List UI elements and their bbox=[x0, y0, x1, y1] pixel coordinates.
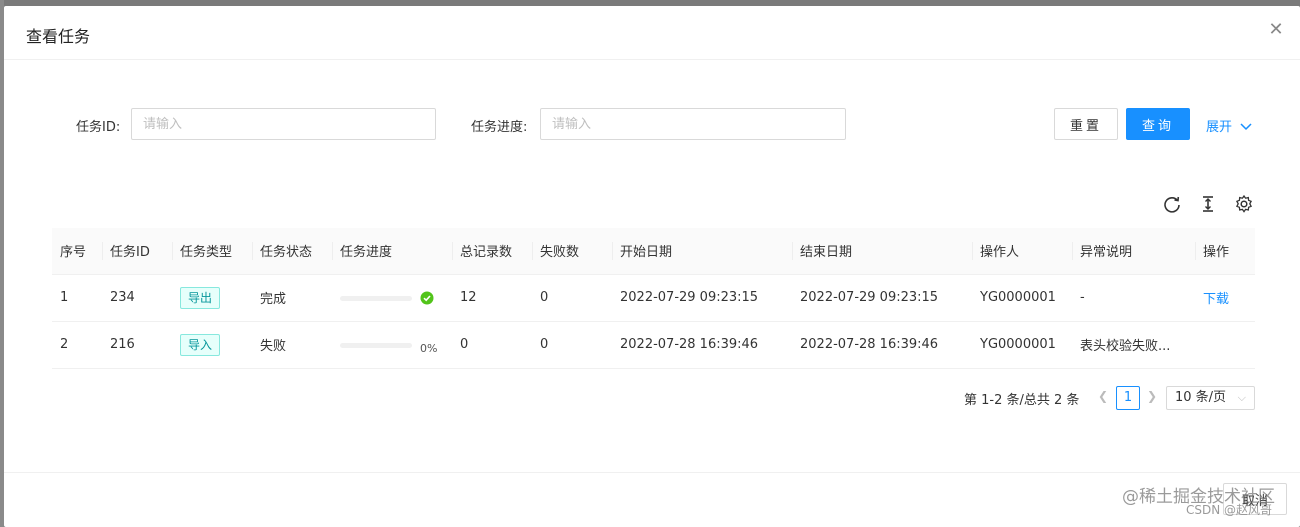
col-header-action: 操作 bbox=[1195, 228, 1255, 275]
progress-bar bbox=[340, 291, 434, 305]
task-id-label: 任务ID: bbox=[76, 120, 121, 135]
progress-bar: 0% bbox=[340, 339, 438, 355]
col-header-failed: 失败数 bbox=[532, 228, 612, 275]
cell-action bbox=[1195, 321, 1255, 369]
modal-header: 查看任务 ✕ bbox=[4, 6, 1300, 60]
col-header-error: 异常说明 bbox=[1072, 228, 1195, 275]
query-button[interactable]: 查询 bbox=[1126, 108, 1190, 140]
chevron-down-icon: ⌵ bbox=[1237, 391, 1246, 404]
table-header-row: 序号 任务ID 任务类型 任务状态 任务进度 总记录数 失败数 开始日期 结束日… bbox=[52, 228, 1255, 275]
progress-input[interactable] bbox=[540, 108, 846, 140]
cell-failed: 0 bbox=[532, 321, 612, 369]
view-task-modal: 查看任务 ✕ 任务ID: 任务进度: 重置 查询 展开 bbox=[4, 6, 1300, 527]
cell-end: 2022-07-28 16:39:46 bbox=[792, 321, 972, 369]
pagination: 第 1-2 条/总共 2 条 ❮ 1 ❯ 10 条/页 ⌵ bbox=[4, 386, 1300, 410]
col-header-task-id: 任务ID bbox=[102, 228, 172, 275]
col-header-status: 任务状态 bbox=[252, 228, 332, 275]
column-height-icon[interactable] bbox=[1198, 194, 1218, 214]
modal-title: 查看任务 bbox=[26, 27, 91, 46]
cell-operator: YG0000001 bbox=[972, 274, 1072, 322]
cell-status: 完成 bbox=[252, 274, 332, 322]
col-header-end: 结束日期 bbox=[792, 228, 972, 275]
progress-label: 任务进度: bbox=[471, 120, 528, 135]
col-header-total: 总记录数 bbox=[452, 228, 532, 275]
col-header-start: 开始日期 bbox=[612, 228, 792, 275]
col-header-operator: 操作人 bbox=[972, 228, 1072, 275]
cell-end: 2022-07-29 09:23:15 bbox=[792, 274, 972, 322]
modal-footer: 取消 bbox=[4, 472, 1300, 527]
cell-task-id: 234 bbox=[102, 274, 172, 322]
task-table: 序号 任务ID 任务类型 任务状态 任务进度 总记录数 失败数 开始日期 结束日… bbox=[52, 228, 1255, 369]
table-row: 1 234 导出 完成 12 0 2022-07-29 09:23:15 202… bbox=[52, 274, 1255, 322]
cell-start: 2022-07-28 16:39:46 bbox=[612, 321, 792, 369]
expand-label: 展开 bbox=[1206, 120, 1233, 135]
chevron-down-icon bbox=[1240, 123, 1252, 131]
chevron-left-icon[interactable]: ❮ bbox=[1098, 389, 1108, 403]
reload-icon[interactable] bbox=[1162, 194, 1182, 214]
cell-error: - bbox=[1072, 274, 1195, 322]
cell-status: 失败 bbox=[252, 321, 332, 369]
page-size-select[interactable]: 10 条/页 ⌵ bbox=[1166, 386, 1255, 410]
download-link[interactable]: 下载 bbox=[1203, 292, 1229, 307]
cell-total: 12 bbox=[452, 274, 532, 322]
chevron-right-icon[interactable]: ❯ bbox=[1147, 389, 1157, 403]
cell-task-id: 216 bbox=[102, 321, 172, 369]
col-header-progress: 任务进度 bbox=[332, 228, 452, 275]
task-id-input[interactable] bbox=[131, 108, 436, 140]
watermark-csdn: CSDN @赵风哥 bbox=[1186, 503, 1273, 517]
col-header-type: 任务类型 bbox=[172, 228, 252, 275]
reset-button[interactable]: 重置 bbox=[1054, 108, 1118, 140]
filter-form: 任务ID: 任务进度: 重置 查询 展开 bbox=[4, 108, 1300, 140]
pagination-total: 第 1-2 条/总共 2 条 bbox=[964, 393, 1080, 408]
setting-icon[interactable] bbox=[1234, 194, 1254, 214]
table-row: 2 216 导入 失败 0% 0 0 2022-07-28 16:39:46 2… bbox=[52, 321, 1255, 369]
col-header-index: 序号 bbox=[52, 228, 102, 275]
cell-start: 2022-07-29 09:23:15 bbox=[612, 274, 792, 322]
type-tag: 导出 bbox=[180, 286, 221, 309]
close-icon[interactable]: ✕ bbox=[1266, 20, 1286, 40]
cell-index: 2 bbox=[52, 321, 102, 369]
page-number-1[interactable]: 1 bbox=[1116, 386, 1140, 410]
cell-error: 表头校验失败... bbox=[1072, 321, 1195, 369]
type-tag: 导入 bbox=[180, 333, 221, 356]
expand-link[interactable]: 展开 bbox=[1206, 116, 1252, 135]
cell-index: 1 bbox=[52, 274, 102, 322]
page-size-value: 10 条/页 bbox=[1175, 390, 1227, 405]
cell-failed: 0 bbox=[532, 274, 612, 322]
progress-percent: 0% bbox=[420, 342, 438, 355]
check-circle-icon bbox=[420, 291, 434, 305]
cell-total: 0 bbox=[452, 321, 532, 369]
cell-operator: YG0000001 bbox=[972, 321, 1072, 369]
